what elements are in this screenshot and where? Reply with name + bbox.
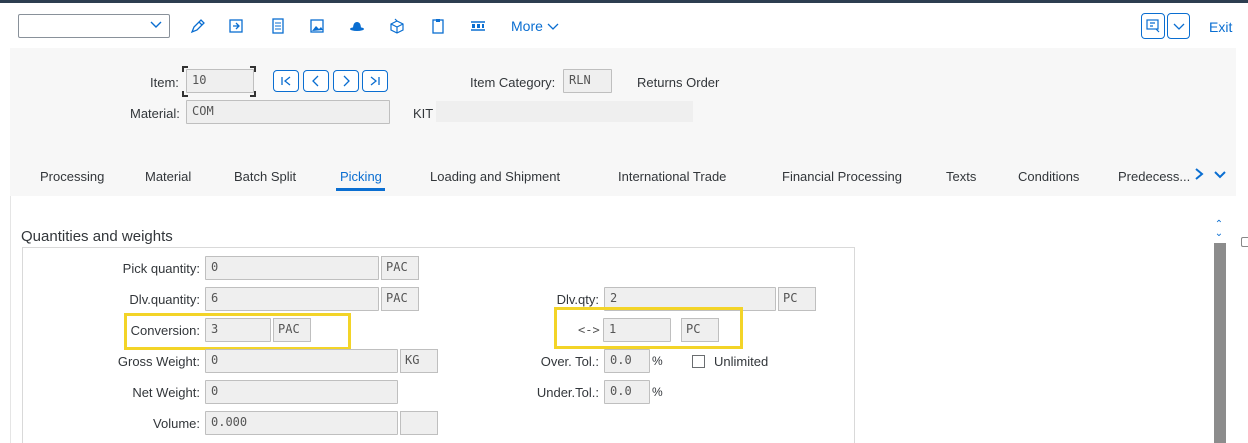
item-label: Item: [150,75,179,90]
display-settings-button[interactable] [1141,13,1165,39]
pick-quantity-label: Pick quantity: [122,261,200,276]
tab-loading-and-shipment[interactable]: Loading and Shipment [430,169,560,184]
chevron-down-icon [149,18,163,35]
chevron-right-icon [1195,168,1204,180]
exit-button[interactable]: Exit [1209,19,1232,35]
focus-bracket [250,66,256,72]
chevron-down-icon [1173,23,1184,30]
chevron-down-icon [547,23,559,30]
tabs-overflow-button[interactable] [1213,169,1227,184]
active-tab-indicator [336,188,385,191]
first-page-icon [281,76,291,86]
net-weight-field[interactable]: 0 [205,380,398,404]
package-icon[interactable] [387,16,407,36]
dlv-quantity-field[interactable]: 6 [205,287,379,311]
gross-weight-unit[interactable]: KG [400,349,438,373]
tab-batch-split[interactable]: Batch Split [234,169,296,184]
side-panel-handle[interactable] [1241,237,1248,247]
over-tolerance-label: Over. Tol.: [540,354,599,369]
next-item-button[interactable] [333,70,359,92]
highlight-box [124,313,351,350]
last-page-icon [370,76,380,86]
net-weight-label: Net Weight: [132,385,200,400]
item-category-label: Item Category: [470,75,556,90]
vertical-scrollbar[interactable] [1214,243,1226,443]
display-settings-dropdown[interactable] [1167,13,1190,39]
tabs-scroll-right-button[interactable] [1193,167,1205,184]
section-title: Quantities and weights [21,228,173,245]
chevron-left-icon [312,75,319,87]
volume-field[interactable]: 0.000 [205,411,398,435]
under-tolerance-label: Under.Tol.: [536,385,599,400]
tab-texts[interactable]: Texts [946,169,976,184]
volume-label: Volume: [153,416,200,431]
last-item-button[interactable] [362,70,388,92]
tab-financial-processing[interactable]: Financial Processing [782,169,902,184]
under-tolerance-unit: % [652,385,663,399]
material-field[interactable]: COM [186,100,390,124]
screen-icon [1146,19,1160,33]
chevron-right-icon [343,75,350,87]
over-tolerance-unit: % [652,354,663,368]
image-icon[interactable] [307,16,327,36]
more-label: More [511,18,543,34]
document-list-icon[interactable] [268,16,288,36]
material-description-box [436,101,693,122]
command-dropdown[interactable] [18,14,170,38]
focus-bracket [182,66,188,72]
item-category-text: Returns Order [637,75,720,90]
item-category-field[interactable]: RLN [563,69,612,93]
material-description: KIT [413,106,434,121]
tab-predecessor[interactable]: Predecess... [1118,169,1190,184]
volume-unit[interactable] [400,411,438,435]
clipboard-icon[interactable] [428,16,448,36]
gross-weight-label: Gross Weight: [117,354,200,369]
edit-pen-icon[interactable] [188,16,208,36]
more-button[interactable]: More [511,18,559,34]
first-item-button[interactable] [273,70,299,92]
dlv-quantity-label: Dlv.quantity: [129,292,200,307]
tab-picking[interactable]: Picking [340,169,382,184]
tab-international-trade[interactable]: International Trade [618,169,726,184]
gross-weight-field[interactable]: 0 [205,349,398,373]
dlv-quantity-unit[interactable]: PAC [381,287,419,311]
tab-conditions[interactable]: Conditions [1018,169,1079,184]
highlight-box [554,307,743,349]
top-border [0,0,1248,3]
item-field[interactable]: 10 [186,69,254,93]
under-tolerance-field[interactable]: 0.0 [604,380,650,404]
hat-icon[interactable] [347,16,367,36]
material-label: Material: [130,106,180,121]
tab-processing[interactable]: Processing [40,169,104,184]
dlv-qty-unit[interactable]: PC [778,287,816,311]
unlimited-label: Unlimited [714,354,769,369]
focus-bracket [182,91,188,97]
previous-item-button[interactable] [303,70,329,92]
scroll-up-down-icon[interactable]: ⌃ ⌄ [1212,220,1226,239]
pick-quantity-unit[interactable]: PAC [381,256,419,280]
unlimited-checkbox[interactable] [692,355,705,368]
pick-quantity-field[interactable]: 0 [205,256,379,280]
focus-bracket [250,91,256,97]
dlv-qty-label: Dlv.qty: [556,292,599,307]
chevron-down-icon [1214,171,1226,179]
tab-material[interactable]: Material [145,169,191,184]
table-settings-icon[interactable] [468,16,488,36]
document-export-icon[interactable] [226,16,246,36]
over-tolerance-field[interactable]: 0.0 [604,349,650,373]
